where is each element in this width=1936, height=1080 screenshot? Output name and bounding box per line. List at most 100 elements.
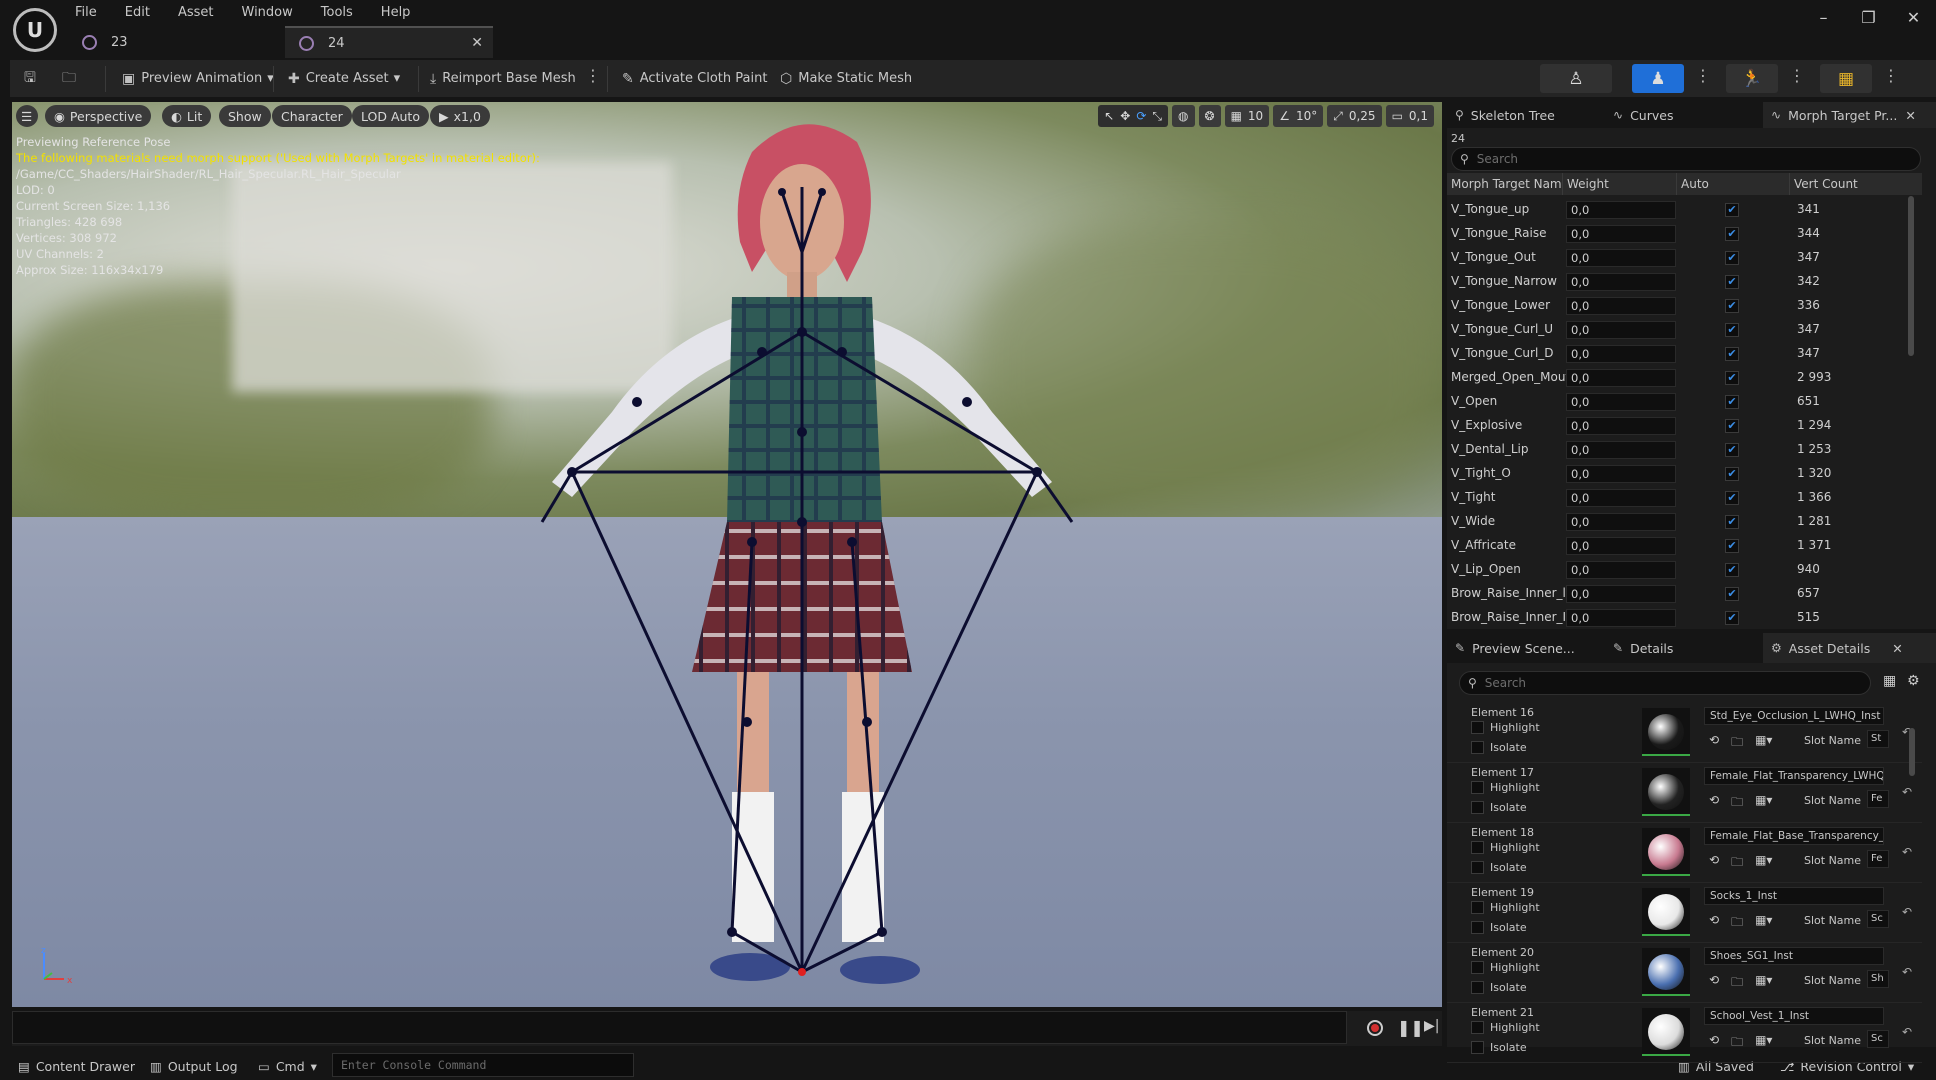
isolate-checkbox[interactable] [1471,981,1484,994]
morph-weight-field[interactable]: 0,0 [1566,441,1676,459]
morph-target-row[interactable]: V_Dental_Lip 0,0 ✔ 1 253 [1447,438,1922,462]
preview-animation-button[interactable]: ▣ Preview Animation ▾ [122,60,274,97]
morph-weight-field[interactable]: 0,0 [1566,225,1676,243]
select-icon[interactable]: ↖ [1104,109,1114,123]
browse-icon[interactable]: 🗀 [1731,733,1743,754]
unreal-logo-icon[interactable]: U [13,8,57,52]
rotation-snap-button[interactable]: ∠ 10° [1273,105,1324,127]
lod-button[interactable]: LOD Auto [352,105,429,127]
material-name-field[interactable]: School_Vest_1_Inst [1704,1007,1884,1025]
tab-morph-target-preview[interactable]: ∿ Morph Target Pr... ✕ [1763,102,1936,128]
morph-target-row[interactable]: Merged_Open_Mout 0,0 ✔ 2 993 [1447,366,1922,390]
tab-details[interactable]: ✎ Details [1605,633,1760,663]
animation-mode-button[interactable]: 🏃 [1726,64,1778,93]
highlight-checkbox[interactable] [1471,961,1484,974]
morph-scrollbar[interactable] [1908,196,1914,356]
console-input[interactable]: Enter Console Command [332,1053,634,1077]
morph-weight-field[interactable]: 0,0 [1566,393,1676,411]
browse-icon[interactable]: 🗀 [1731,973,1743,994]
isolate-checkbox[interactable] [1471,921,1484,934]
menu-tools[interactable]: Tools [321,5,353,20]
column-weight[interactable]: Weight [1563,173,1677,195]
mesh-mode-button[interactable]: ♟ [1632,64,1684,93]
morph-target-row[interactable]: V_Affricate 0,0 ✔ 1 371 [1447,534,1922,558]
auto-checkbox[interactable]: ✔ [1725,203,1739,217]
material-thumbnail[interactable] [1642,768,1690,816]
isolate-checkbox[interactable] [1471,1041,1484,1054]
rotate-icon[interactable]: ⟳ [1136,109,1146,123]
browse-icon[interactable]: 🗀 [1731,1033,1743,1054]
checker-icon[interactable]: ▦▾ [1755,913,1772,934]
morph-target-row[interactable]: V_Lip_Open 0,0 ✔ 940 [1447,558,1922,582]
playback-speed-button[interactable]: ▶ x1,0 [430,105,490,127]
reset-icon[interactable]: ↶ [1902,1025,1912,1039]
menu-help[interactable]: Help [381,5,411,20]
browse-icon[interactable]: 🗀 [1731,913,1743,934]
browse-icon[interactable]: 🗀 [1731,793,1743,814]
surface-snap-button[interactable]: ❂ [1198,105,1221,127]
close-tab-icon[interactable]: ✕ [471,35,483,51]
skeleton-mode-button[interactable]: ♙ [1540,64,1612,93]
morph-target-row[interactable]: V_Tongue_Curl_U 0,0 ✔ 347 [1447,318,1922,342]
details-scrollbar[interactable] [1909,728,1915,776]
more-options-icon[interactable]: ⋮ [1883,66,1899,85]
reset-icon[interactable]: ↶ [1902,965,1912,979]
morph-target-row[interactable]: V_Open 0,0 ✔ 651 [1447,390,1922,414]
minimize-icon[interactable]: – [1801,8,1846,27]
content-drawer-button[interactable]: ▤ Content Drawer [18,1055,135,1077]
auto-checkbox[interactable]: ✔ [1725,323,1739,337]
morph-target-row[interactable]: V_Tongue_Lower 0,0 ✔ 336 [1447,294,1922,318]
lit-button[interactable]: ◐ Lit [162,105,212,127]
morph-weight-field[interactable]: 0,0 [1566,417,1676,435]
column-vert-count[interactable]: Vert Count [1790,173,1922,195]
slot-name-field[interactable]: St [1867,730,1889,748]
menu-file[interactable]: File [75,5,97,20]
material-name-field[interactable]: Shoes_SG1_Inst [1704,947,1884,965]
isolate-checkbox[interactable] [1471,741,1484,754]
column-auto[interactable]: Auto [1677,173,1790,195]
output-log-button[interactable]: ▥ Output Log [150,1055,238,1077]
move-icon[interactable]: ✥ [1120,109,1130,123]
viewport[interactable]: ☰ ◉ Perspective ◐ Lit Show Character LOD A… [12,102,1442,1007]
auto-checkbox[interactable]: ✔ [1725,371,1739,385]
slot-name-field[interactable]: Sc [1867,910,1889,928]
morph-weight-field[interactable]: 0,0 [1566,489,1676,507]
document-tab-23[interactable]: 23 [68,26,283,58]
highlight-checkbox[interactable] [1471,841,1484,854]
morph-weight-field[interactable]: 0,0 [1566,585,1676,603]
use-selected-icon[interactable]: ⟲ [1709,793,1719,814]
isolate-checkbox[interactable] [1471,861,1484,874]
reset-icon[interactable]: ↶ [1902,845,1912,859]
material-name-field[interactable]: Std_Eye_Occlusion_L_LWHQ_Inst [1704,707,1884,725]
morph-target-row[interactable]: V_Tongue_Out 0,0 ✔ 347 [1447,246,1922,270]
world-local-button[interactable]: ◍ [1172,105,1195,127]
more-options-icon[interactable]: ⋮ [585,66,601,85]
auto-checkbox[interactable]: ✔ [1725,515,1739,529]
auto-checkbox[interactable]: ✔ [1725,251,1739,265]
morph-target-row[interactable]: V_Tongue_up 0,0 ✔ 341 [1447,198,1922,222]
auto-checkbox[interactable]: ✔ [1725,227,1739,241]
physics-mode-button[interactable]: ▦ [1820,64,1872,93]
step-forward-button[interactable]: ▶| [1424,1018,1439,1034]
morph-weight-field[interactable]: 0,0 [1566,513,1676,531]
material-thumbnail[interactable] [1642,1008,1690,1056]
morph-target-row[interactable]: V_Tight 0,0 ✔ 1 366 [1447,486,1922,510]
timeline-track[interactable] [12,1011,1347,1044]
slot-name-field[interactable]: Fe [1867,790,1889,808]
close-tab-icon[interactable]: ✕ [1892,641,1902,656]
morph-weight-field[interactable]: 0,0 [1566,345,1676,363]
activate-cloth-paint-button[interactable]: ✎ Activate Cloth Paint [622,60,767,97]
close-window-icon[interactable]: ✕ [1891,8,1936,27]
checker-icon[interactable]: ▦▾ [1755,853,1772,874]
highlight-checkbox[interactable] [1471,1021,1484,1034]
checker-icon[interactable]: ▦▾ [1755,733,1772,754]
checker-icon[interactable]: ▦▾ [1755,1033,1772,1054]
details-search-input[interactable]: ⚲ Search [1459,671,1871,695]
auto-checkbox[interactable]: ✔ [1725,491,1739,505]
close-tab-icon[interactable]: ✕ [1905,108,1915,123]
morph-weight-field[interactable]: 0,0 [1566,609,1676,627]
reset-icon[interactable]: ↶ [1902,905,1912,919]
morph-weight-field[interactable]: 0,0 [1566,201,1676,219]
reset-icon[interactable]: ↶ [1902,785,1912,799]
auto-checkbox[interactable]: ✔ [1725,467,1739,481]
